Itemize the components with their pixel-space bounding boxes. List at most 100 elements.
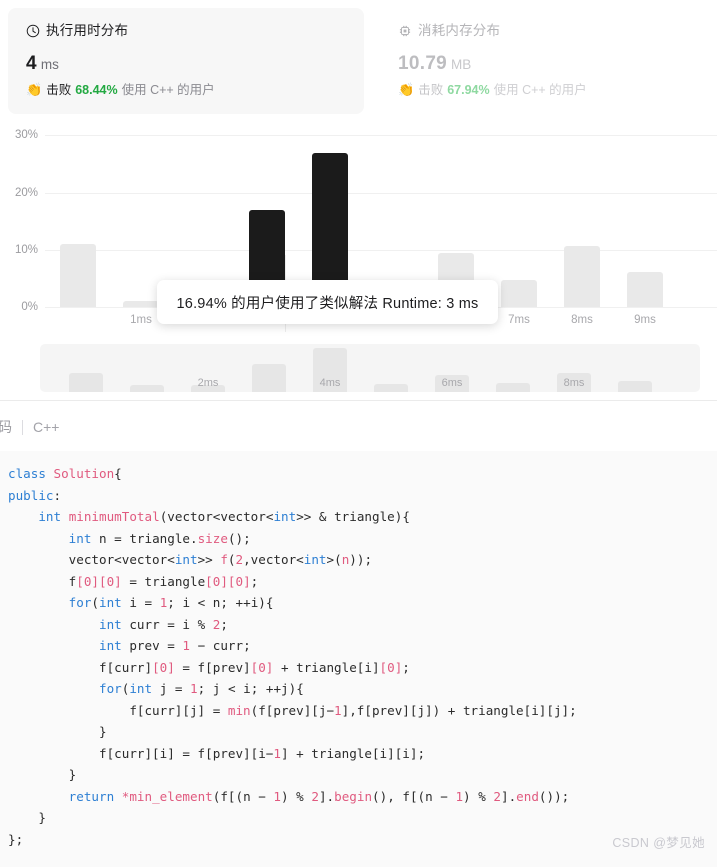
minimap-bar[interactable] [618, 380, 652, 392]
code-token: i = [129, 595, 160, 610]
runtime-beat-word: 击败 [46, 83, 72, 97]
code-token: int [99, 595, 130, 610]
gridline [45, 249, 717, 251]
code-token: size [197, 530, 228, 546]
code-token: = triangle [121, 573, 206, 589]
code-language-label: C++ [33, 419, 60, 435]
chart-tooltip-text: 16.94% 的用户使用了类似解法 Runtime: 3 ms [176, 295, 479, 312]
code-token: (f[(n − [212, 788, 274, 804]
memory-stat-title-row: 消耗内存分布 [398, 22, 692, 40]
code-token: f [220, 552, 228, 567]
code-token: public [8, 487, 54, 503]
code-token: int [68, 530, 100, 546]
code-token: f[curr][j] = [8, 702, 228, 718]
stats-header: 执行用时分布 4 ms 👏 击败 68.44% 使用 C++ 的用户 消耗内存分布… [0, 0, 717, 122]
code-token: int [129, 681, 160, 696]
code-token: int [99, 638, 130, 653]
code-line: vector<vector<int>> f(2,vector<int>(n)); [8, 549, 717, 571]
code-line: class Solution{ [8, 463, 717, 485]
code-token: + triangle[i] [273, 659, 380, 675]
code-viewer[interactable]: class Solution{public: int minimumTotal(… [0, 451, 717, 867]
code-token: ; j < i; ++j){ [197, 681, 304, 696]
code-header: 代码 C++ [0, 401, 717, 451]
code-header-label: 代码 [0, 419, 12, 435]
minimap-bar[interactable] [130, 385, 164, 392]
code-line: for(int i = 1; i < n; ++i){ [8, 592, 717, 614]
code-line: f[curr][0] = f[prev][0] + triangle[i][0]… [8, 657, 717, 679]
chart-tooltip: 16.94% 的用户使用了类似解法 Runtime: 3 ms [157, 280, 498, 324]
code-token: >> & triangle){ [296, 509, 410, 524]
code-token: (); [227, 530, 251, 546]
code-token: ],f[prev][j]) + triangle[i][j]; [341, 702, 577, 718]
code-token: min [227, 702, 251, 718]
code-token: curr = i % [129, 616, 213, 632]
runtime-stat-card[interactable]: 执行用时分布 4 ms 👏 击败 68.44% 使用 C++ 的用户 [8, 8, 364, 114]
minimap-bar[interactable] [374, 383, 408, 392]
code-token: int [99, 616, 130, 632]
code-token: 1 [273, 788, 282, 804]
code-token: = f[prev] [174, 659, 251, 675]
y-axis-tick: 30% [14, 129, 38, 142]
code-line: int n = triangle.size(); [8, 528, 717, 550]
code-token: Solution [53, 466, 115, 481]
memory-beat-percent: 67.94% [447, 83, 490, 97]
memory-value-row: 10.79 MB [398, 53, 692, 76]
code-token: 1 [334, 702, 342, 718]
minimap-label: 4ms [319, 377, 341, 389]
chart-brush-minimap[interactable]: 2ms 4ms 6ms 8ms [40, 344, 700, 392]
code-token: int [174, 552, 198, 567]
runtime-value-row: 4 ms [26, 53, 346, 76]
minimap-bar[interactable] [69, 372, 103, 392]
chart-bar[interactable] [123, 301, 159, 307]
code-token: vector<vector< [167, 509, 274, 524]
chart-bar[interactable] [501, 279, 537, 307]
code-token: − curr; [190, 638, 251, 653]
gridline [45, 135, 717, 137]
code-token: int [273, 509, 297, 524]
code-token: *min_element [121, 788, 213, 804]
code-token: : [53, 487, 62, 503]
code-token: 1 [190, 681, 198, 696]
code-token: 1 [182, 638, 191, 653]
code-token: ()); [538, 788, 570, 804]
runtime-stat-title: 执行用时分布 [46, 23, 129, 38]
clapping-hands-icon: 👏 [26, 82, 43, 97]
code-token: 2 [235, 552, 244, 567]
minimap-label: 2ms [197, 377, 219, 389]
chart-bar[interactable] [564, 245, 600, 307]
code-line: int prev = 1 − curr; [8, 635, 717, 657]
code-token: vector<vector< [8, 552, 175, 567]
runtime-distribution-chart[interactable]: 0%10%20%30% 1ms2ms3ms4ms5ms6ms7ms8ms9ms … [0, 122, 717, 400]
chart-bar[interactable] [627, 272, 663, 307]
code-token: prev = [129, 638, 183, 653]
clapping-hands-icon: 👏 [398, 82, 415, 97]
code-token: [0][0] [76, 573, 122, 589]
code-line: f[curr][i] = f[prev][i−1] + triangle[i][… [8, 743, 717, 765]
memory-stat-card[interactable]: 消耗内存分布 10.79 MB 👏 击败 67.94% 使用 C++ 的用户 [380, 8, 710, 114]
code-token: minimumTotal [68, 509, 160, 524]
runtime-unit: ms [40, 57, 59, 72]
code-token: [0] [152, 659, 175, 675]
minimap-bar[interactable] [252, 363, 286, 392]
memory-beat-row: 👏 击败 67.94% 使用 C++ 的用户 [398, 81, 692, 99]
code-line: } [8, 764, 717, 786]
code-line: int curr = i % 2; [8, 614, 717, 636]
chart-plot-area[interactable]: 0%10%20%30% 1ms2ms3ms4ms5ms6ms7ms8ms9ms … [0, 122, 717, 332]
code-token: [0] [379, 659, 403, 675]
x-axis-tick: 9ms [634, 314, 656, 326]
code-token: { [114, 466, 122, 481]
code-token: f[curr][i] = f[prev][i− [8, 745, 274, 761]
code-line: public: [8, 485, 717, 507]
chart-bar[interactable] [60, 244, 96, 307]
minimap-bar[interactable] [496, 382, 530, 392]
clock-icon [26, 24, 40, 38]
code-token: ] + triangle[i][i]; [280, 745, 426, 761]
code-token: ) % [281, 788, 312, 804]
code-token: }; [8, 831, 24, 847]
